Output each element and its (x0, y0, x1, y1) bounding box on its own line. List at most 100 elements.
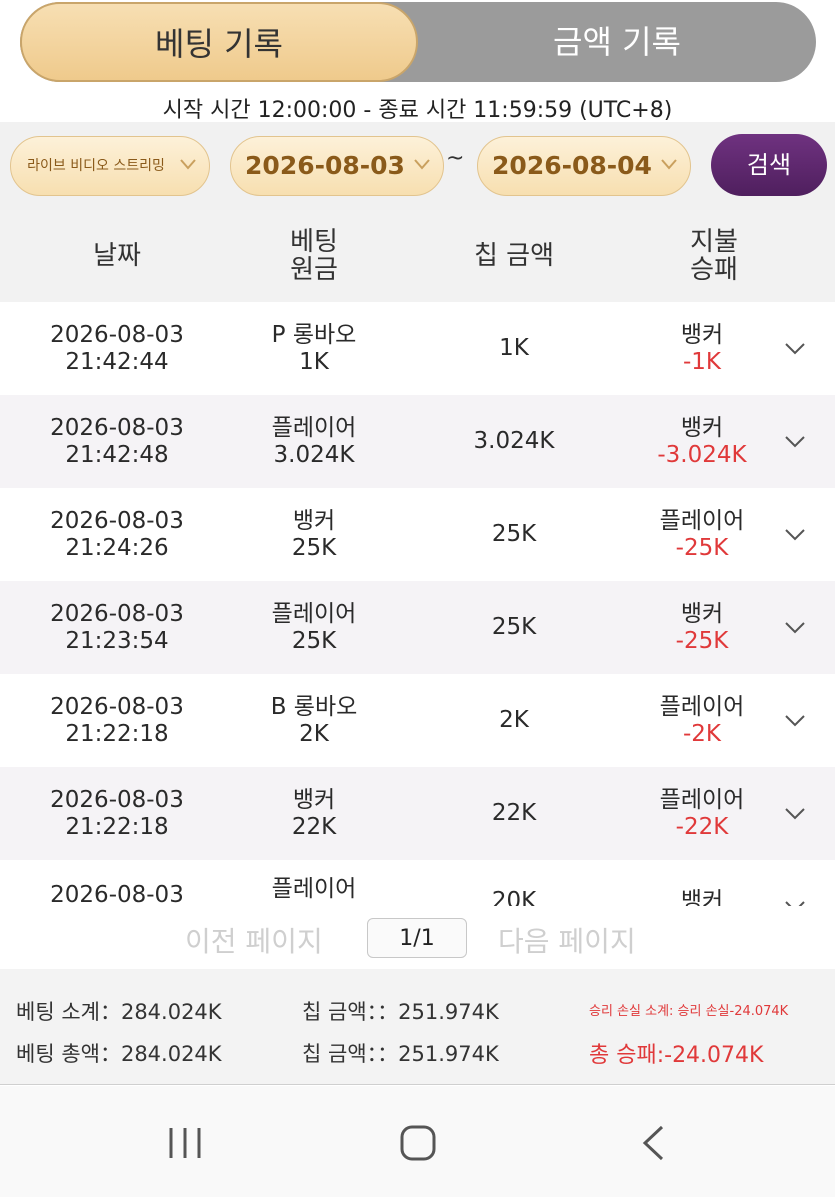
time-range-info: 시작 시간 12:00:00 - 종료 시간 11:59:59 (UTC+8) (162, 98, 673, 123)
tab-betting-record[interactable]: 베팅 기록 (20, 2, 418, 82)
table-row[interactable]: 2026-08-03 21:42:48 플레이어 3.024K 3.024K 뱅커 -… (0, 395, 835, 488)
row-date: 2026-08-03 (50, 693, 184, 720)
chevron-down-icon[interactable] (784, 435, 806, 449)
table-row[interactable]: 2026-08-03 21:22:18 B 롱바오 2K 2K 플레이어 -2K (0, 674, 835, 767)
stream-select-value: 라이브 비디오 스트리밍 (27, 158, 165, 174)
header-pay-line1: 지불 (690, 227, 738, 257)
pagination: 이전 페이지 1/1 다음 페이지 (0, 912, 835, 964)
search-button[interactable]: 검색 (711, 134, 827, 196)
table-row[interactable]: 2026-08-03 21:22:18 뱅커 22K 22K 플레이어 -22K (0, 767, 835, 860)
row-result: 뱅커 (680, 321, 724, 348)
header-chip-amount: 칩 금액 (473, 241, 555, 271)
row-bet-type: 플레이어 (271, 876, 357, 902)
table-row[interactable]: 2026-08-03 21:24:26 뱅커 25K 25K 플레이어 -25K (0, 488, 835, 581)
row-bet-type: 플레이어 (271, 600, 357, 627)
row-date: 2026-08-03 (50, 507, 184, 534)
home-icon[interactable] (399, 1124, 437, 1162)
table-row[interactable]: 2026-08-03 플레이어 20K 뱅커 (0, 860, 835, 906)
row-date: 2026-08-03 (50, 786, 184, 813)
row-datetime: 2026-08-03 21:42:48 (17, 395, 217, 488)
row-bet-type: 뱅커 (292, 507, 336, 534)
record-tabs: 베팅 기록 금액 기록 (20, 2, 816, 82)
row-payout: 뱅커 -25K (602, 581, 802, 674)
previous-page-button[interactable]: 이전 페이지 (185, 920, 323, 960)
row-win-loss: -2K (682, 720, 721, 747)
row-payout: 뱅커 (602, 860, 802, 906)
row-bet-amount: 25K (291, 534, 337, 561)
date-from-value: 2026-08-03 (245, 151, 405, 180)
row-bet-type: P 롱바오 (271, 321, 357, 348)
caret-down-icon (180, 159, 196, 170)
summary-panel: 베팅 소계：284.024K 칩 금액：：251.974K 승리 손실 소계: … (0, 969, 835, 1085)
chevron-down-icon[interactable] (784, 342, 806, 356)
row-datetime: 2026-08-03 21:23:54 (17, 581, 217, 674)
header-payout-winloss: 지불 승패 (614, 210, 814, 302)
chip-total: 칩 금액：：251.974K (302, 1042, 499, 1066)
back-icon[interactable] (640, 1124, 666, 1162)
row-date: 2026-08-03 (50, 414, 184, 441)
row-time: 21:42:48 (65, 441, 169, 468)
row-bet-type: 플레이어 (271, 414, 357, 441)
row-win-loss: -3.024K (657, 441, 747, 468)
row-time: 21:24:26 (65, 534, 169, 561)
date-to-select[interactable]: 2026-08-04 (477, 136, 691, 196)
row-bet-amount: 2K (299, 720, 329, 747)
header-date: 날짜 (93, 241, 141, 271)
header-bet-line2: 원금 (290, 255, 338, 285)
row-bet: 뱅커 25K (214, 488, 414, 581)
recent-apps-icon[interactable] (166, 1126, 204, 1160)
bet-record-list[interactable]: 2026-08-03 21:42:44 P 롱바오 1K 1K 뱅커 -1K 2026… (0, 302, 835, 906)
table-row[interactable]: 2026-08-03 21:23:54 플레이어 25K 25K 뱅커 -25K (0, 581, 835, 674)
stream-select[interactable]: 라이브 비디오 스트리밍 (10, 136, 210, 196)
row-date: 2026-08-03 (50, 882, 184, 906)
row-payout: 뱅커 -3.024K (602, 395, 802, 488)
row-datetime: 2026-08-03 (17, 860, 217, 906)
chevron-down-icon[interactable] (784, 621, 806, 635)
date-separator: ~ (446, 146, 465, 171)
next-page-button[interactable]: 다음 페이지 (498, 920, 636, 960)
row-bet-amount: 25K (291, 627, 337, 654)
winloss-subtotal: 승리 손실 소계: 승리 손실-24.074K (589, 1004, 789, 1019)
chevron-down-icon[interactable] (784, 900, 806, 906)
row-datetime: 2026-08-03 21:22:18 (17, 674, 217, 767)
row-time: 21:42:44 (65, 348, 169, 375)
chevron-down-icon[interactable] (784, 714, 806, 728)
row-payout: 플레이어 -2K (602, 674, 802, 767)
row-bet-type: B 롱바오 (270, 693, 358, 720)
row-time: 21:23:54 (65, 627, 169, 654)
page-indicator: 1/1 (367, 918, 467, 958)
row-result: 뱅커 (680, 414, 724, 441)
row-result: 뱅커 (680, 888, 724, 906)
row-date: 2026-08-03 (50, 600, 184, 627)
tab-amount-record[interactable]: 금액 기록 (418, 2, 816, 82)
row-win-loss: -25K (675, 534, 729, 561)
winloss-total: 총 승패:-24.074K (589, 1043, 764, 1068)
header-bet-principal: 베팅 원금 (214, 210, 414, 302)
row-result: 플레이어 (659, 507, 745, 534)
row-chip-amount: 25K (491, 521, 537, 547)
row-bet: P 롱바오 1K (214, 302, 414, 395)
row-chip-amount: 1K (499, 335, 529, 361)
bet-total: 베팅 총액：284.024K (16, 1042, 222, 1066)
caret-down-icon (414, 159, 430, 170)
row-chip-amount: 2K (499, 707, 529, 733)
row-win-loss: -25K (675, 627, 729, 654)
row-datetime: 2026-08-03 21:42:44 (17, 302, 217, 395)
row-bet-amount: 22K (291, 813, 337, 840)
row-chip-amount: 25K (491, 614, 537, 640)
row-chip-amount: 20K (491, 888, 537, 906)
row-bet-amount: 3.024K (273, 441, 355, 468)
chevron-down-icon[interactable] (784, 528, 806, 542)
row-time: 21:22:18 (65, 813, 169, 840)
chevron-down-icon[interactable] (784, 807, 806, 821)
header-pay-line2: 승패 (690, 255, 738, 285)
table-header: 날짜 베팅 원금 칩 금액 지불 승패 (0, 210, 835, 302)
table-row[interactable]: 2026-08-03 21:42:44 P 롱바오 1K 1K 뱅커 -1K (0, 302, 835, 395)
row-bet-type: 뱅커 (292, 786, 336, 813)
row-payout: 플레이어 -25K (602, 488, 802, 581)
system-navigation-bar (0, 1086, 835, 1197)
date-from-select[interactable]: 2026-08-03 (230, 136, 444, 196)
date-to-value: 2026-08-04 (492, 151, 652, 180)
header-bet-line1: 베팅 (290, 227, 338, 257)
row-payout: 플레이어 -22K (602, 767, 802, 860)
